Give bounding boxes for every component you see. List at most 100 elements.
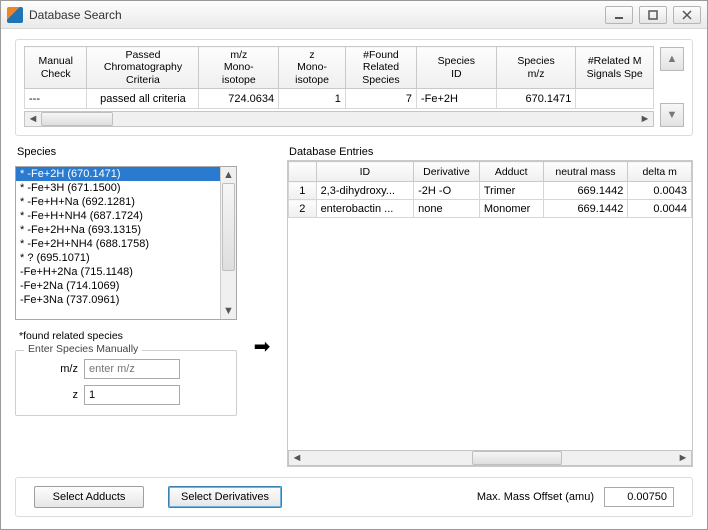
- mz-label: m/z: [24, 363, 78, 375]
- col-related-signals[interactable]: #Related M Signals Spe: [576, 47, 654, 89]
- db-cell-id: 2,3-dihydroxy...: [316, 182, 414, 200]
- db-cell-neutral-mass: 669.1442: [543, 182, 628, 200]
- scroll-right-icon[interactable]: ►: [637, 112, 653, 126]
- scroll-left-icon[interactable]: ◄: [25, 112, 41, 126]
- db-cell-delta-m: 0.0044: [628, 200, 692, 218]
- cell-z-mono: 1: [279, 89, 346, 109]
- db-cell-delta-m: 0.0043: [628, 182, 692, 200]
- cell-species-id: -Fe+2H: [417, 89, 497, 109]
- z-input[interactable]: [84, 385, 180, 405]
- arrow-down-icon: ▼: [667, 109, 678, 121]
- col-passed-criteria[interactable]: Passed Chromatography Criteria: [87, 47, 199, 89]
- species-item[interactable]: * ? (695.1071): [16, 251, 220, 265]
- cell-mz-mono: 724.0634: [199, 89, 279, 109]
- arrow-column: ➡: [249, 146, 275, 467]
- scroll-track[interactable]: [41, 112, 637, 126]
- titlebar: Database Search: [1, 1, 707, 29]
- maximize-button[interactable]: [639, 6, 667, 24]
- cell-found-related: 7: [345, 89, 416, 109]
- results-row[interactable]: --- passed all criteria 724.0634 1 7 -Fe…: [25, 89, 654, 109]
- scroll-vthumb[interactable]: [222, 183, 235, 271]
- db-col-delta-m[interactable]: delta m: [628, 162, 692, 182]
- maximize-icon: [648, 10, 658, 20]
- mid-row: Species * -Fe+2H (670.1471)* -Fe+3H (671…: [15, 146, 693, 467]
- results-hscrollbar[interactable]: ◄ ►: [24, 111, 654, 127]
- arrow-right-icon: ➡: [254, 334, 271, 359]
- close-button[interactable]: [673, 6, 701, 24]
- db-table[interactable]: ID Derivative Adduct neutral mass delta …: [288, 161, 692, 218]
- manual-entry-legend: Enter Species Manually: [24, 343, 142, 355]
- db-cell-id: enterobactin ...: [316, 200, 414, 218]
- db-col-neutral-mass[interactable]: neutral mass: [543, 162, 628, 182]
- col-z-monoisotope[interactable]: z Mono- isotope: [279, 47, 346, 89]
- species-item[interactable]: * -Fe+2H (670.1471): [16, 167, 220, 181]
- minimize-button[interactable]: [605, 6, 633, 24]
- cell-species-mz: 670.1471: [496, 89, 576, 109]
- select-derivatives-button[interactable]: Select Derivatives: [168, 486, 282, 508]
- species-item[interactable]: * -Fe+2H+NH4 (688.1758): [16, 237, 220, 251]
- db-col-derivative[interactable]: Derivative: [414, 162, 480, 182]
- db-cell-rownum: 2: [289, 200, 317, 218]
- app-icon: [7, 7, 23, 23]
- row-up-button[interactable]: ▲: [660, 47, 684, 71]
- scroll-track[interactable]: [305, 451, 675, 465]
- species-item[interactable]: -Fe+H+2Na (715.1148): [16, 265, 220, 279]
- db-col-adduct[interactable]: Adduct: [479, 162, 543, 182]
- db-cell-derivative: none: [414, 200, 480, 218]
- scroll-vtrack[interactable]: [221, 183, 236, 303]
- mz-input[interactable]: [84, 359, 180, 379]
- col-manual-check[interactable]: Manual Check: [25, 47, 87, 89]
- species-item[interactable]: -Fe+3Na (737.0961): [16, 293, 220, 307]
- db-cell-adduct: Monomer: [479, 200, 543, 218]
- db-col-rownum[interactable]: [289, 162, 317, 182]
- db-hscrollbar[interactable]: ◄ ►: [288, 450, 692, 466]
- col-mz-monoisotope[interactable]: m/z Mono- isotope: [199, 47, 279, 89]
- col-species-id[interactable]: Species ID: [417, 47, 497, 89]
- species-item[interactable]: * -Fe+3H (671.1500): [16, 181, 220, 195]
- db-table-wrap: ID Derivative Adduct neutral mass delta …: [287, 160, 693, 467]
- offset-input[interactable]: [604, 487, 674, 507]
- species-column: Species * -Fe+2H (670.1471)* -Fe+3H (671…: [15, 146, 237, 467]
- species-item[interactable]: * -Fe+H+NH4 (687.1724): [16, 209, 220, 223]
- db-cell-neutral-mass: 669.1442: [543, 200, 628, 218]
- results-table[interactable]: Manual Check Passed Chromatography Crite…: [24, 46, 654, 109]
- cell-related-signals: [576, 89, 654, 109]
- select-adducts-button[interactable]: Select Adducts: [34, 486, 144, 508]
- app-window: Database Search: [0, 0, 708, 530]
- species-item[interactable]: -Fe+2Na (714.1069): [16, 279, 220, 293]
- cell-manual-check: ---: [25, 89, 87, 109]
- results-panel: Manual Check Passed Chromatography Crite…: [15, 39, 693, 136]
- manual-entry-fieldset: Enter Species Manually m/z z: [15, 350, 237, 416]
- db-col-id[interactable]: ID: [316, 162, 414, 182]
- z-label: z: [24, 389, 78, 401]
- client-area: Manual Check Passed Chromatography Crite…: [1, 29, 707, 529]
- db-row[interactable]: 12,3-dihydroxy...-2H -OTrimer669.14420.0…: [289, 182, 692, 200]
- db-row[interactable]: 2enterobactin ...noneMonomer669.14420.00…: [289, 200, 692, 218]
- species-item[interactable]: * -Fe+2H+Na (693.1315): [16, 223, 220, 237]
- bottom-bar: Select Adducts Select Derivatives Max. M…: [15, 477, 693, 517]
- results-table-wrap: Manual Check Passed Chromatography Crite…: [24, 46, 654, 127]
- minimize-icon: [614, 10, 624, 20]
- scroll-left-icon[interactable]: ◄: [289, 451, 305, 465]
- window-controls: [605, 6, 701, 24]
- row-nav-buttons: ▲ ▼: [660, 47, 684, 127]
- db-cell-rownum: 1: [289, 182, 317, 200]
- species-label: Species: [17, 146, 237, 158]
- window-title: Database Search: [29, 8, 122, 22]
- scroll-right-icon[interactable]: ►: [675, 451, 691, 465]
- col-found-related[interactable]: #Found Related Species: [345, 47, 416, 89]
- scroll-down-icon[interactable]: ▼: [221, 303, 236, 319]
- row-down-button[interactable]: ▼: [660, 103, 684, 127]
- db-label: Database Entries: [289, 146, 693, 158]
- species-listbox[interactable]: * -Fe+2H (670.1471)* -Fe+3H (671.1500)* …: [15, 166, 237, 320]
- scroll-thumb[interactable]: [41, 112, 113, 126]
- offset-label: Max. Mass Offset (amu): [477, 491, 594, 503]
- col-species-mz[interactable]: Species m/z: [496, 47, 576, 89]
- species-footnote: *found related species: [19, 330, 237, 342]
- scroll-up-icon[interactable]: ▲: [221, 167, 236, 183]
- species-item[interactable]: * -Fe+H+Na (692.1281): [16, 195, 220, 209]
- scroll-thumb[interactable]: [472, 451, 562, 465]
- species-vscrollbar[interactable]: ▲ ▼: [220, 167, 236, 319]
- db-cell-derivative: -2H -O: [414, 182, 480, 200]
- offset-group: Max. Mass Offset (amu): [477, 487, 674, 507]
